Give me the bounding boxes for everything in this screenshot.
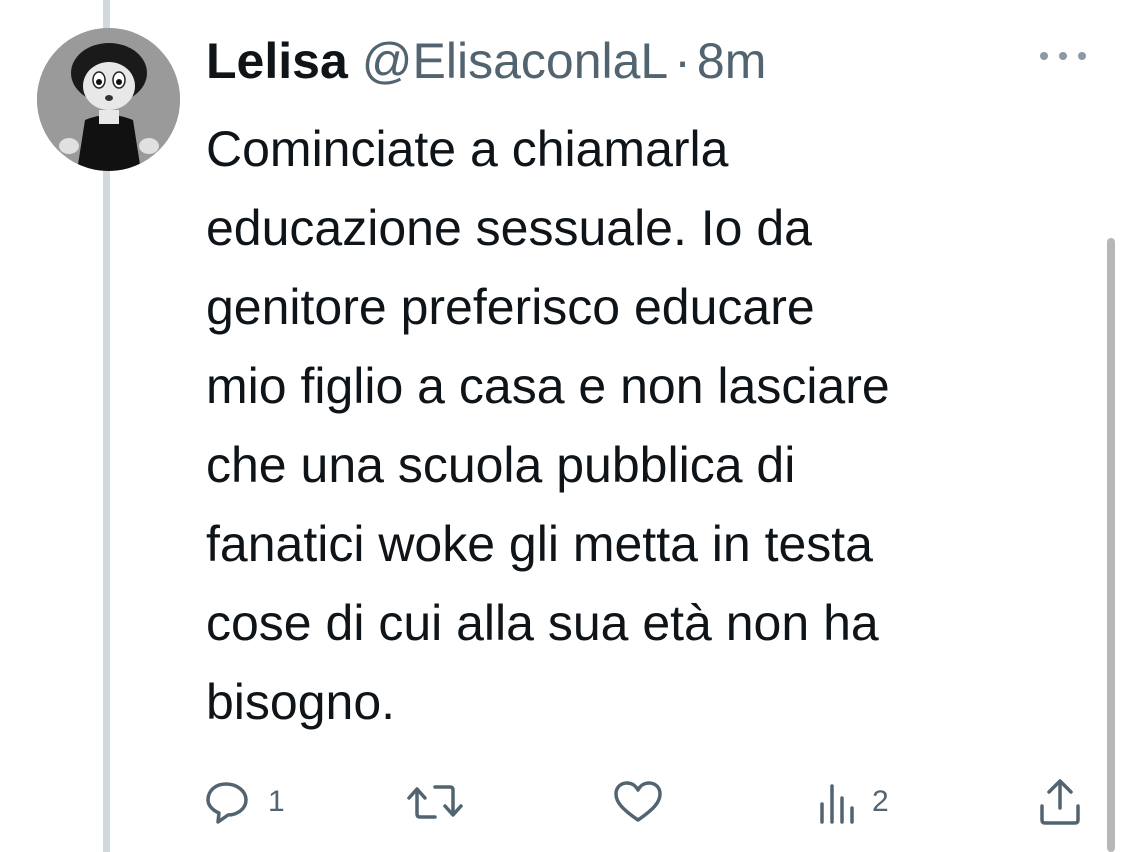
bar-chart-icon [820, 784, 854, 824]
timestamp[interactable]: 8m [697, 30, 766, 92]
separator-dot: · [674, 33, 691, 89]
scrollbar[interactable] [1107, 238, 1115, 852]
share-button[interactable] [1036, 770, 1084, 834]
tweet-header: Lelisa @ElisaconlaL · 8m [206, 30, 766, 92]
reply-bubble-icon [206, 782, 248, 824]
share-upload-icon [1040, 779, 1080, 825]
more-icon[interactable] [1040, 44, 1086, 68]
action-bar: 1 2 [200, 770, 1100, 834]
views-button[interactable]: 2 [816, 770, 889, 834]
more-dot [1078, 52, 1086, 60]
retweet-icon [407, 785, 463, 819]
more-dot [1040, 52, 1048, 60]
user-handle[interactable]: @ElisaconlaL [362, 30, 668, 92]
display-name[interactable]: Lelisa [206, 30, 348, 92]
views-count: 2 [872, 785, 889, 818]
avatar-image [37, 28, 180, 171]
reply-count: 1 [268, 785, 285, 818]
tweet-text: Cominciate a chiamarla educazione sessua… [206, 121, 890, 730]
retweet-button[interactable] [405, 770, 477, 834]
more-dot [1059, 52, 1067, 60]
heart-icon [614, 781, 662, 822]
avatar[interactable] [37, 28, 180, 171]
reply-button[interactable]: 1 [204, 770, 285, 834]
like-button[interactable] [612, 770, 676, 834]
